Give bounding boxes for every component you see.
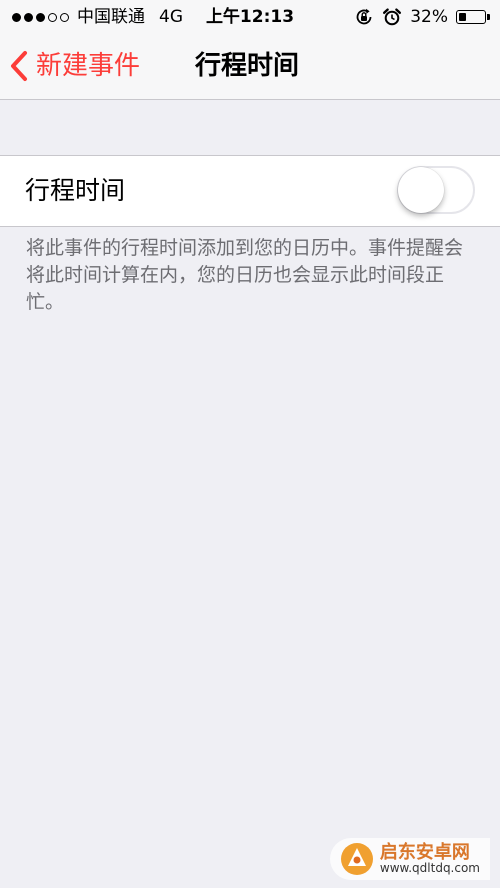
travel-time-description: 将此事件的行程时间添加到您的日历中。事件提醒会将此时间计算在内，您的日历也会显示… [26, 237, 464, 313]
travel-time-cell: 行程时间 [0, 155, 500, 227]
battery-icon [456, 10, 490, 24]
alarm-icon [383, 8, 402, 26]
watermark-url: www.qdltdq.com [379, 861, 480, 876]
watermark-logo-icon [340, 843, 373, 875]
top-bar-container: 中国联通 4G 上午12:13 32% 新建事件 行程时间 [0, 0, 500, 100]
status-bar: 中国联通 4G 上午12:13 32% [0, 0, 500, 36]
watermark: 启东安卓网 www.qdltdq.com [329, 838, 490, 880]
back-button-label: 新建事件 [36, 51, 141, 81]
chevron-left-icon [11, 51, 27, 81]
battery-percentage: 32% [410, 7, 448, 27]
travel-time-label: 行程时间 [25, 176, 126, 205]
battery-tip [487, 14, 490, 20]
toggle-knob [398, 167, 444, 213]
navigation-bar: 新建事件 行程时间 [0, 36, 500, 98]
orientation-lock-icon [356, 8, 372, 25]
page-title: 行程时间 [195, 51, 300, 81]
travel-time-toggle[interactable] [397, 166, 475, 214]
watermark-text: 启东安卓网 www.qdltdq.com [379, 841, 480, 876]
battery-level-fill [459, 13, 466, 21]
back-button[interactable]: 新建事件 [10, 48, 140, 84]
status-bar-right: 32% [354, 6, 490, 28]
watermark-name: 启东安卓网 [379, 841, 470, 863]
